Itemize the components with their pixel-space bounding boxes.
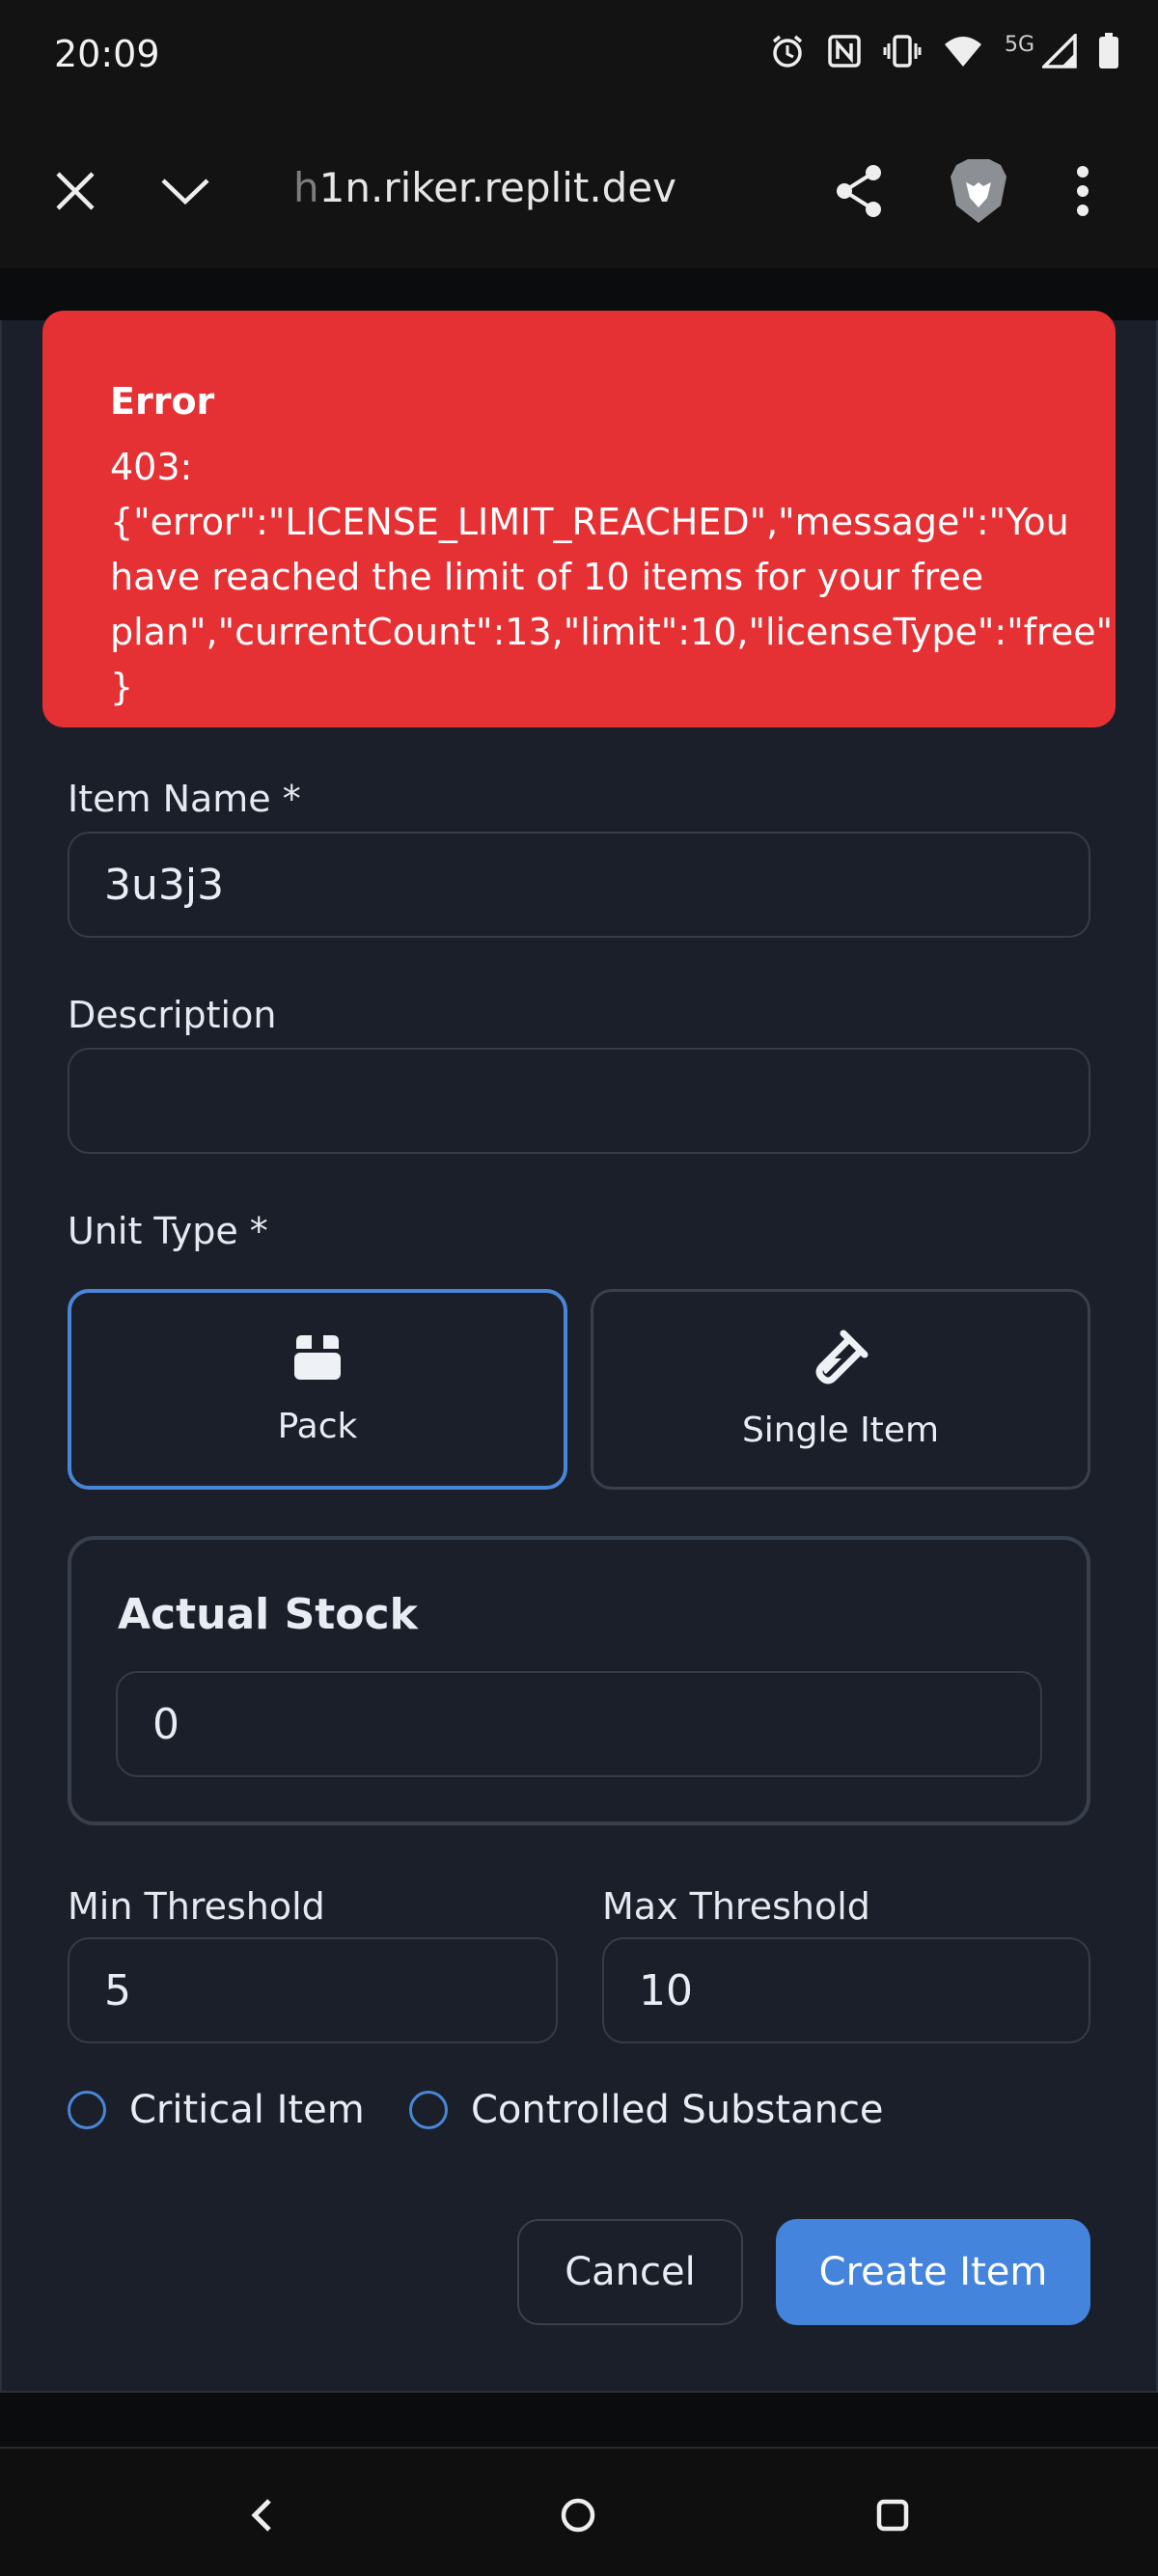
chevron-down-icon (160, 177, 210, 209)
more-vert-icon (1076, 166, 1089, 220)
item-name-label: Item Name * (68, 778, 301, 820)
test-tube-icon (813, 1329, 868, 1389)
critical-item-radio[interactable] (68, 2091, 106, 2129)
share-icon (833, 163, 885, 223)
error-message: 403: {"error":"LICENSE_LIMIT_REACHED","m… (110, 446, 1114, 708)
error-toast[interactable]: Error 403: {"error":"LICENSE_LIMIT_REACH… (42, 311, 1116, 727)
vibrate-icon (883, 34, 922, 69)
error-title: Error (110, 380, 215, 423)
unit-type-pack-button[interactable]: Pack (68, 1289, 567, 1490)
brave-shields-button[interactable] (940, 154, 1017, 232)
min-threshold-label: Min Threshold (68, 1885, 325, 1928)
close-icon (54, 170, 96, 216)
url-bar[interactable]: h1n.riker.replit.dev (293, 164, 676, 211)
nfc-icon (827, 34, 862, 69)
nav-home-button[interactable] (544, 2483, 612, 2551)
battery-icon (1098, 33, 1119, 69)
unit-type-pack-label: Pack (277, 1406, 358, 1446)
status-icons: 5G (769, 33, 1119, 69)
unit-type-single-item-label: Single Item (741, 1410, 940, 1450)
actual-stock-input[interactable]: 0 (116, 1671, 1042, 1777)
status-bar: 20:09 5G (0, 0, 1158, 116)
box-icon (292, 1333, 343, 1385)
nav-recents-button[interactable] (859, 2483, 926, 2551)
cancel-button[interactable]: Cancel (517, 2219, 743, 2325)
url-text: 1n.riker.replit.dev (318, 164, 677, 211)
critical-item-label: Critical Item (129, 2088, 365, 2132)
alarm-icon (769, 33, 806, 69)
recents-icon (876, 2499, 909, 2535)
max-threshold-input[interactable]: 10 (602, 1937, 1090, 2043)
url-faded-text: h (293, 164, 319, 211)
status-time: 20:09 (54, 33, 160, 75)
controlled-substance-label: Controlled Substance (471, 2088, 884, 2132)
controlled-substance-radio[interactable] (409, 2091, 448, 2129)
brave-lion-icon (949, 157, 1008, 229)
min-threshold-input[interactable]: 5 (68, 1937, 558, 2043)
controlled-substance-toggle[interactable]: Controlled Substance (409, 2088, 884, 2132)
max-threshold-label: Max Threshold (602, 1885, 870, 1928)
create-item-button[interactable]: Create Item (776, 2219, 1090, 2325)
unit-type-label: Unit Type * (68, 1210, 268, 1252)
item-name-input[interactable]: 3u3j3 (68, 832, 1090, 938)
share-button[interactable] (820, 154, 897, 232)
signal-icon (1042, 34, 1077, 69)
description-label: Description (68, 994, 277, 1036)
more-options-button[interactable] (1044, 154, 1121, 232)
critical-item-toggle[interactable]: Critical Item (68, 2088, 365, 2132)
home-icon (560, 2497, 596, 2537)
close-tab-button[interactable] (37, 154, 114, 232)
system-nav-bar (0, 2447, 1158, 2576)
page-bottom-strip (0, 2393, 1158, 2447)
nav-back-button[interactable] (228, 2483, 295, 2551)
network-label: 5G (1004, 32, 1034, 57)
wifi-icon (943, 35, 983, 68)
back-icon (250, 2498, 273, 2536)
description-input[interactable] (68, 1048, 1090, 1154)
unit-type-single-item-button[interactable]: Single Item (591, 1289, 1090, 1490)
actual-stock-title: Actual Stock (118, 1590, 418, 1639)
collapse-button[interactable] (147, 154, 224, 232)
